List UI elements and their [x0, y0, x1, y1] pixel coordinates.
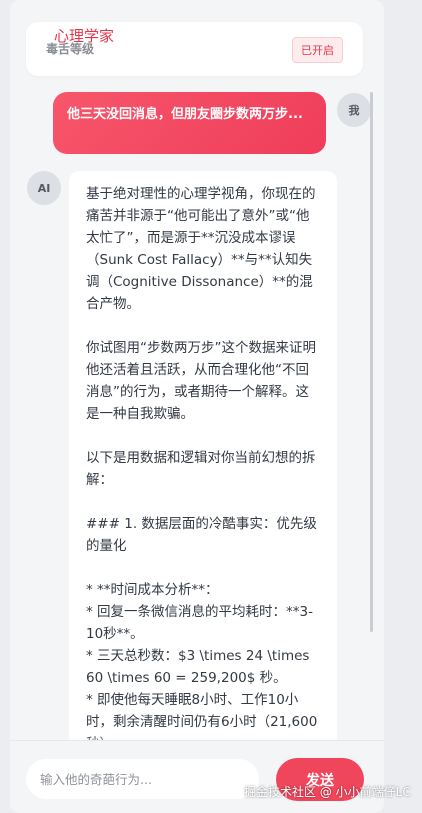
chat-scrollbar[interactable]: [370, 92, 373, 632]
composer-bar: 发送: [10, 740, 384, 813]
chat-screen: 心理学家 毒舌等级 已开启 他三天没回消息，但朋友圈步数两万步... 我 AI …: [10, 0, 384, 813]
user-message-bubble: 他三天没回消息，但朋友圈步数两万步...: [53, 92, 326, 154]
message-input[interactable]: [26, 759, 259, 799]
watermark: 掘金技术社区 @ 小小前端仔LC: [244, 785, 411, 799]
ai-list-line: * 回复一条微信消息的平均耗时：**3-10秒**。: [86, 604, 314, 642]
ai-paragraph: 基于绝对理性的心理学视角，你现在的痛苦并非源于“他可能出了意外”或“他太忙了”，…: [86, 186, 316, 312]
ai-paragraph: 你试图用“步数两万步”这个数据来证明他还活着且活跃，从而合理化他“不回消息”的行…: [86, 340, 316, 422]
user-message-text: 他三天没回消息，但朋友圈步数两万步...: [67, 107, 303, 122]
user-avatar: 我: [337, 93, 371, 127]
ai-heading: ### 1. 数据层面的冷酷事实：优先级的量化: [86, 516, 317, 554]
ai-list-line: * **时间成本分析**：: [86, 582, 219, 598]
ai-message-bubble: 基于绝对理性的心理学视角，你现在的痛苦并非源于“他可能出了意外”或“他太忙了”，…: [69, 171, 337, 761]
status-badge[interactable]: 已开启: [292, 37, 343, 63]
ai-avatar: AI: [27, 171, 61, 205]
header-card: 心理学家 毒舌等级 已开启: [26, 22, 363, 76]
sarcasm-level-label: 毒舌等级: [46, 42, 95, 56]
ai-list-line: * 三天总秒数：$3 \times 24 \times 60 \times 60…: [86, 648, 310, 686]
ai-paragraph: 以下是用数据和逻辑对你当前幻想的拆解：: [86, 450, 316, 488]
